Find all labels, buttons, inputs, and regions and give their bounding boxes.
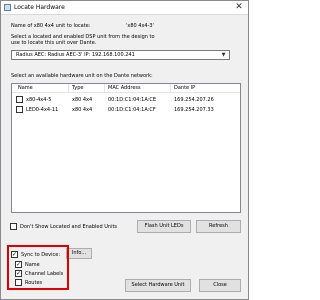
column-header-name[interactable]: Name — [18, 85, 33, 92]
dsp-unit-select-value: Radius AEC: Radius AEC-3' IP: 192.168.10… — [16, 52, 135, 58]
highlight-box — [7, 245, 69, 290]
refresh-button[interactable]: Refresh — [196, 220, 241, 233]
app-icon — [4, 4, 11, 11]
list-header: Name Type MAC Address Dante IP — [12, 84, 240, 93]
row-checkbox[interactable] — [16, 96, 23, 103]
locate-hardware-dialog: Locate Hardware ✕ Name of x80 4x4 unit t… — [0, 0, 249, 300]
window-title: Locate Hardware — [14, 4, 65, 11]
title-bar: Locate Hardware ✕ — [1, 1, 248, 15]
column-header-type[interactable]: Type — [72, 85, 83, 92]
list-row[interactable]: x80-4x4-5 x80 4x4 00:1D:C1:04:1A:CE 169.… — [12, 95, 240, 105]
row-ip: 169.254.207.26 — [174, 97, 214, 103]
dont-show-checkbox[interactable] — [10, 223, 17, 230]
row-name: LED0-4x4-11 — [26, 107, 59, 113]
row-mac: 00:1D:C1:04:1A:CF — [108, 107, 156, 113]
dont-show-label: Don't Show Located and Enabled Units — [20, 224, 118, 230]
list-caption: Select an available hardware unit on the… — [11, 73, 153, 79]
chevron-down-icon[interactable]: ▼ — [220, 52, 227, 59]
row-mac: 00:1D:C1:04:1A:CE — [108, 97, 157, 103]
row-type: x80 4x4 — [72, 97, 93, 103]
instruction-text: Select a located and enabled DSP unit fr… — [11, 34, 155, 46]
unit-to-locate-label: Name of x80 4x4 unit to locate: — [11, 23, 91, 29]
select-hardware-unit-button[interactable]: Select Hardware Unit — [125, 279, 191, 292]
flash-unit-leds-button[interactable]: Flash Unit LEDs — [137, 220, 191, 233]
dsp-unit-select[interactable]: Radius AEC: Radius AEC-3' IP: 192.168.10… — [11, 50, 230, 60]
close-icon[interactable]: ✕ — [233, 2, 245, 13]
list-row[interactable]: LED0-4x4-11 x80 4x4 00:1D:C1:04:1A:CF 16… — [12, 105, 240, 115]
hardware-list[interactable]: Name Type MAC Address Dante IP x80-4x4-5… — [11, 83, 241, 213]
row-ip: 169.254.207.33 — [174, 107, 214, 113]
row-name: x80-4x4-5 — [26, 97, 52, 103]
column-header-mac[interactable]: MAC Address — [108, 85, 141, 92]
column-header-dante-ip[interactable]: Dante IP — [174, 85, 195, 92]
row-type: x80 4x4 — [72, 107, 93, 113]
info-button[interactable]: Info... — [66, 248, 92, 259]
unit-name-value: 'x80 4x4-3' — [126, 23, 154, 29]
row-checkbox[interactable] — [16, 106, 23, 113]
close-button[interactable]: Close — [199, 279, 241, 292]
